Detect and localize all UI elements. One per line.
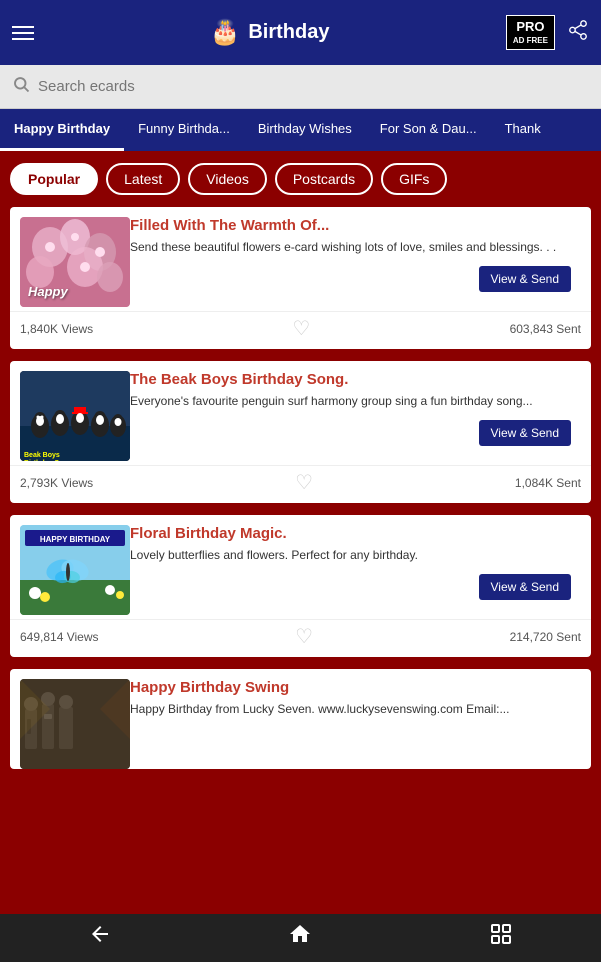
card-1-heart-icon[interactable]: ♡	[292, 316, 310, 341]
filter-latest[interactable]: Latest	[106, 163, 180, 195]
card-1-description: Send these beautiful flowers e-card wish…	[130, 239, 581, 256]
card-1-happy-text: Happy	[28, 284, 68, 299]
card-2-thumbnail: Beak Boys Birthday Song	[20, 371, 130, 461]
card-1-sent: 603,843 Sent	[510, 322, 581, 336]
card-3-heart-icon[interactable]: ♡	[295, 624, 313, 649]
search-icon	[12, 75, 30, 98]
card-3-description: Lovely butterflies and flowers. Perfect …	[130, 547, 581, 564]
header-center: 🎂 Birthday	[210, 18, 329, 47]
card-2-description: Everyone's favourite penguin surf harmon…	[130, 393, 581, 410]
card-1-thumbnail: Happy	[20, 217, 130, 307]
card-2-view-send-button[interactable]: View & Send	[479, 420, 572, 446]
card-1-stats: 1,840K Views ♡ 603,843 Sent	[10, 311, 591, 349]
tab-for-son-dau[interactable]: For Son & Dau...	[366, 109, 491, 151]
back-button[interactable]	[68, 914, 132, 960]
card-2-title: The Beak Boys Birthday Song.	[130, 371, 581, 388]
card-4-thumbnail	[20, 679, 130, 769]
share-button[interactable]	[567, 19, 589, 47]
card-3: HAPPY BIRTHDAY Floral Birthday Magic. Lo	[10, 515, 591, 657]
card-4-description: Happy Birthday from Lucky Seven. www.luc…	[130, 701, 581, 718]
svg-text:Beak Boys: Beak Boys	[24, 452, 60, 459]
tab-thank[interactable]: Thank	[491, 109, 555, 151]
filter-postcards[interactable]: Postcards	[275, 163, 373, 195]
home-button[interactable]	[268, 914, 332, 960]
card-1-title: Filled With The Warmth Of...	[130, 217, 581, 234]
cake-icon: 🎂	[210, 18, 240, 47]
svg-text:Birthday Song: Birthday Song	[24, 460, 72, 461]
card-2-content: The Beak Boys Birthday Song. Everyone's …	[130, 371, 581, 446]
tabs-row: Happy Birthday Funny Birthda... Birthday…	[0, 109, 601, 151]
hamburger-menu-button[interactable]	[12, 26, 34, 40]
app-header: 🎂 Birthday PRO AD FREE	[0, 0, 601, 65]
svg-text:HAPPY BIRTHDAY: HAPPY BIRTHDAY	[40, 535, 111, 544]
card-3-views: 649,814 Views	[20, 630, 99, 644]
filter-gifs[interactable]: GIFs	[381, 163, 447, 195]
card-3-stats: 649,814 Views ♡ 214,720 Sent	[10, 619, 591, 657]
filter-row: Popular Latest Videos Postcards GIFs	[0, 151, 601, 207]
card-2-sent: 1,084K Sent	[515, 476, 581, 490]
search-input[interactable]	[38, 78, 589, 95]
card-4-content: Happy Birthday Swing Happy Birthday from…	[130, 679, 581, 718]
cards-container: Happy Filled With The Warmth Of... Send …	[0, 207, 601, 914]
search-bar	[0, 65, 601, 109]
tab-birthday-wishes[interactable]: Birthday Wishes	[244, 109, 366, 151]
ad-free-label: AD FREE	[513, 36, 548, 46]
card-1-content: Filled With The Warmth Of... Send these …	[130, 217, 581, 292]
tab-happy-birthday[interactable]: Happy Birthday	[0, 109, 124, 151]
recents-button[interactable]	[469, 914, 533, 960]
tab-funny-birthday[interactable]: Funny Birthda...	[124, 109, 244, 151]
card-2-heart-icon[interactable]: ♡	[295, 470, 313, 495]
pro-badge[interactable]: PRO AD FREE	[506, 15, 555, 50]
filter-videos[interactable]: Videos	[188, 163, 267, 195]
app-title: Birthday	[248, 21, 329, 44]
pro-label: PRO	[513, 19, 548, 36]
card-4-title: Happy Birthday Swing	[130, 679, 581, 696]
card-3-content: Floral Birthday Magic. Lovely butterflie…	[130, 525, 581, 600]
card-3-thumbnail: HAPPY BIRTHDAY	[20, 525, 130, 615]
card-1: Happy Filled With The Warmth Of... Send …	[10, 207, 591, 349]
card-3-view-send-button[interactable]: View & Send	[479, 574, 572, 600]
card-3-sent: 214,720 Sent	[510, 630, 581, 644]
header-left	[12, 26, 34, 40]
header-right: PRO AD FREE	[506, 15, 589, 50]
bottom-nav-bar	[0, 912, 601, 962]
card-2-stats: 2,793K Views ♡ 1,084K Sent	[10, 465, 591, 503]
card-3-title: Floral Birthday Magic.	[130, 525, 581, 542]
card-2: Beak Boys Birthday Song The Beak Boys Bi…	[10, 361, 591, 503]
filter-popular[interactable]: Popular	[10, 163, 98, 195]
card-1-view-send-button[interactable]: View & Send	[479, 266, 572, 292]
card-2-views: 2,793K Views	[20, 476, 93, 490]
card-1-views: 1,840K Views	[20, 322, 93, 336]
card-4: Happy Birthday Swing Happy Birthday from…	[10, 669, 591, 769]
